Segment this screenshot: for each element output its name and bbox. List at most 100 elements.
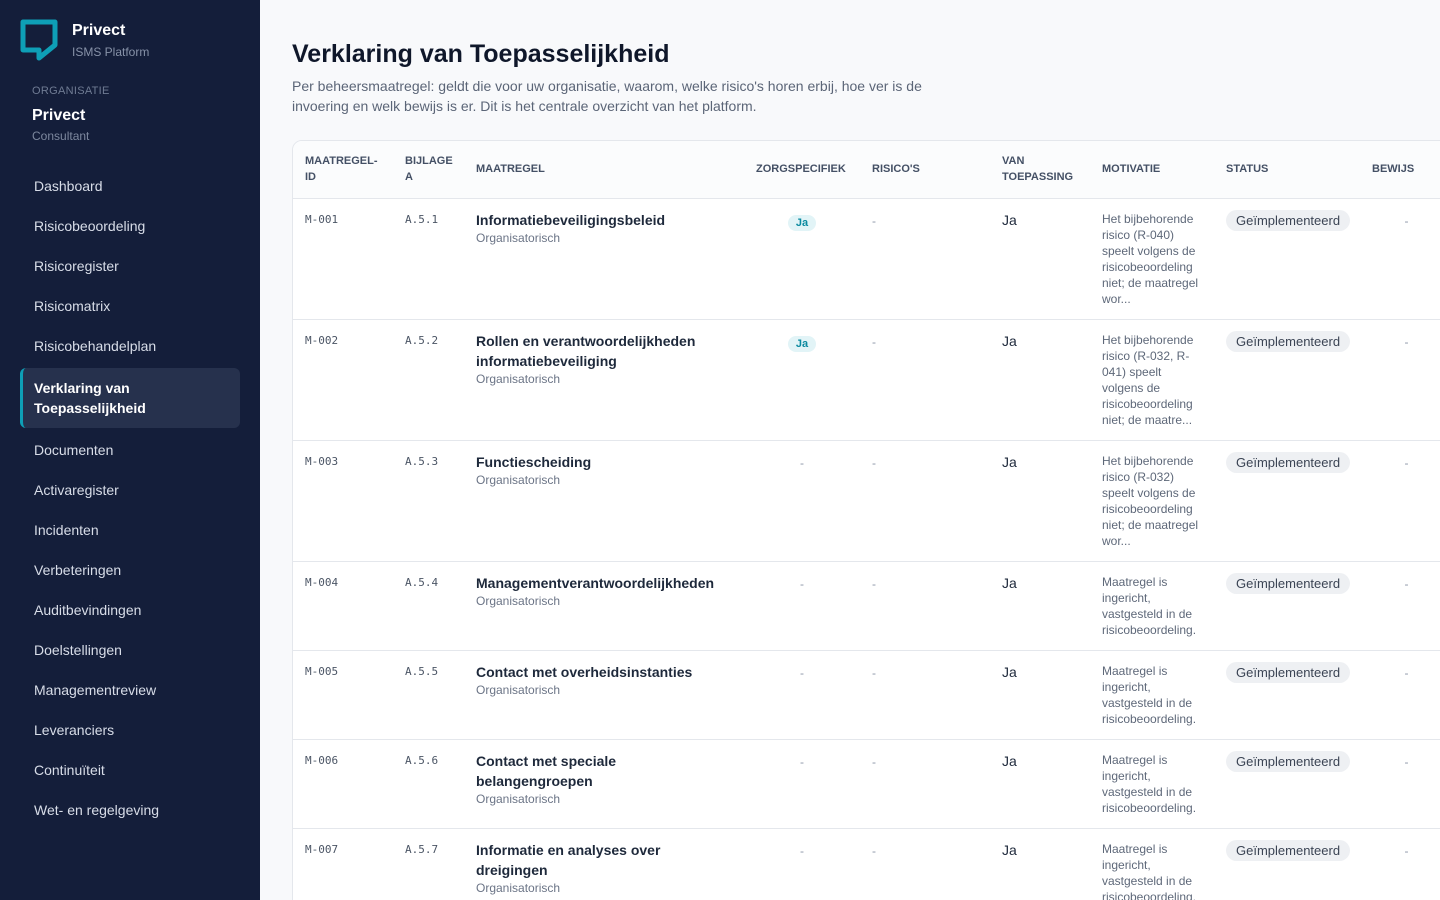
annex-ref: A.5.2 (405, 333, 439, 347)
cell-annex: A.5.3 (393, 440, 464, 562)
control-name[interactable]: Managementverantwoordelijkheden (476, 573, 732, 593)
cell-control: Informatiebeveiligingsbeleid Organisator… (464, 198, 744, 320)
sidebar-item-auditbevindingen[interactable]: Auditbevindingen (20, 590, 240, 630)
care-specific-value: - (800, 754, 804, 769)
sidebar-item-continuiteit[interactable]: Continuïteit (20, 750, 240, 790)
status-badge: Geïmplementeerd (1226, 661, 1351, 683)
control-name[interactable]: Contact met overheidsinstanties (476, 662, 732, 682)
control-name[interactable]: Functiescheiding (476, 452, 732, 472)
sidebar-item-incidenten[interactable]: Incidenten (20, 510, 240, 550)
table-row[interactable]: M-007 A.5.7 Informatie en analyses over … (293, 828, 1440, 900)
sidebar-item-verbeteringen[interactable]: Verbeteringen (20, 550, 240, 590)
control-category: Organisatorisch (476, 472, 561, 487)
sidebar-item-risicobehandelplan[interactable]: Risicobehandelplan (20, 326, 240, 366)
cell-control: Contact met overheidsinstanties Organisa… (464, 650, 744, 740)
control-name[interactable]: Informatiebeveiligingsbeleid (476, 210, 732, 230)
applicable-value: Ja (1002, 332, 1017, 349)
column-header-risks[interactable]: Risico's (860, 141, 990, 199)
cell-evidence: - (1360, 440, 1440, 562)
control-name[interactable]: Rollen en verantwoordelijkheden informat… (476, 331, 732, 371)
control-id: M-001 (305, 212, 339, 226)
sidebar-item-leveranciers[interactable]: Leveranciers (20, 710, 240, 750)
cell-applicable: Ja (990, 198, 1090, 320)
sidebar-item-managementreview[interactable]: Managementreview (20, 670, 240, 710)
cell-status: Geïmplementeerd (1214, 828, 1360, 900)
status-badge: Geïmplementeerd (1226, 451, 1351, 473)
table-row[interactable]: M-002 A.5.2 Rollen en verantwoordelijkhe… (293, 319, 1440, 441)
table-row[interactable]: M-003 A.5.3 Functiescheiding Organisator… (293, 440, 1440, 562)
column-header-annex[interactable]: Bijlage A (393, 141, 464, 199)
cell-risks: - (860, 440, 990, 562)
cell-risks: - (860, 561, 990, 651)
sidebar-item-wetgeving[interactable]: Wet- en regelgeving (20, 790, 240, 830)
organization-name[interactable]: Privect (32, 107, 85, 125)
cell-applicable: Ja (990, 650, 1090, 740)
evidence-value: - (1404, 213, 1409, 228)
control-name[interactable]: Contact met speciale belangengroepen (476, 751, 732, 791)
cell-motivation: Maatregel is ingericht, vastgesteld in d… (1090, 561, 1214, 651)
cell-applicable: Ja (990, 828, 1090, 900)
care-specific-value: - (800, 576, 804, 591)
control-name[interactable]: Informatie en analyses over dreigingen (476, 840, 732, 880)
cell-care: - (744, 828, 860, 900)
evidence-value: - (1404, 334, 1409, 349)
cell-risks: - (860, 739, 990, 829)
cell-annex: A.5.7 (393, 828, 464, 900)
cell-id: M-005 (293, 650, 393, 740)
table-row[interactable]: M-001 A.5.1 Informatiebeveiligingsbeleid… (293, 198, 1440, 320)
cell-status: Geïmplementeerd (1214, 650, 1360, 740)
control-id: M-006 (305, 753, 339, 767)
sidebar-item-verklaring[interactable]: Verklaring van Toepasselijkheid (20, 368, 240, 428)
control-category: Organisatorisch (476, 593, 561, 608)
sidebar-item-risicobeoordeling[interactable]: Risicobeoordeling (20, 206, 240, 246)
applicable-value: Ja (1002, 574, 1017, 591)
sidebar-item-activaregister[interactable]: Activaregister (20, 470, 240, 510)
column-header-control[interactable]: Maatregel (464, 141, 744, 199)
care-specific-value: - (800, 843, 804, 858)
motivation-text: Het bijbehorende risico (R-040) speelt v… (1102, 211, 1199, 306)
sidebar: Privect ISMS Platform Organisatie Privec… (0, 0, 260, 900)
cell-care: - (744, 561, 860, 651)
status-badge: Geïmplementeerd (1226, 209, 1351, 231)
cell-motivation: Het bijbehorende risico (R-032, R-041) s… (1090, 319, 1214, 441)
cell-motivation: Het bijbehorende risico (R-040) speelt v… (1090, 198, 1214, 320)
evidence-value: - (1404, 455, 1409, 470)
cell-risks: - (860, 828, 990, 900)
sidebar-item-documenten[interactable]: Documenten (20, 430, 240, 470)
sidebar-item-doelstellingen[interactable]: Doelstellingen (20, 630, 240, 670)
organization-role: Consultant (32, 129, 90, 143)
cell-annex: A.5.1 (393, 198, 464, 320)
table-row[interactable]: M-004 A.5.4 Managementverantwoordelijkhe… (293, 561, 1440, 651)
column-header-applicable[interactable]: Van toepassing (990, 141, 1090, 199)
cell-care: - (744, 650, 860, 740)
cell-applicable: Ja (990, 440, 1090, 562)
cell-evidence: - (1360, 828, 1440, 900)
status-badge: Geïmplementeerd (1226, 750, 1351, 772)
table-row[interactable]: M-006 A.5.6 Contact met speciale belange… (293, 739, 1440, 829)
sidebar-item-dashboard[interactable]: Dashboard (20, 166, 240, 206)
table-row[interactable]: M-005 A.5.5 Contact met overheidsinstant… (293, 650, 1440, 740)
column-header-motivation[interactable]: Motivatie (1090, 141, 1214, 199)
care-specific-value: - (800, 665, 804, 680)
cell-motivation: Maatregel is ingericht, vastgesteld in d… (1090, 650, 1214, 740)
sidebar-item-risicomatrix[interactable]: Risicomatrix (20, 286, 240, 326)
cell-evidence: - (1360, 739, 1440, 829)
cell-care: - (744, 440, 860, 562)
control-category: Organisatorisch (476, 371, 561, 386)
motivation-text: Maatregel is ingericht, vastgesteld in d… (1102, 752, 1197, 815)
cell-control: Contact met speciale belangengroepen Org… (464, 739, 744, 829)
risks-value: - (872, 334, 876, 349)
cell-id: M-004 (293, 561, 393, 651)
cell-annex: A.5.5 (393, 650, 464, 740)
applicable-value: Ja (1002, 663, 1017, 680)
brand[interactable]: Privect ISMS Platform (20, 19, 149, 61)
soa-table-card: Maatregel-ID Bijlage A Maatregel Zorgspe… (292, 140, 1440, 900)
cell-status: Geïmplementeerd (1214, 440, 1360, 562)
control-id: M-007 (305, 842, 339, 856)
cell-care: Ja (744, 319, 860, 441)
column-header-status[interactable]: Status (1214, 141, 1360, 199)
sidebar-item-risicoregister[interactable]: Risicoregister (20, 246, 240, 286)
column-header-id[interactable]: Maatregel-ID (293, 141, 393, 199)
column-header-evidence[interactable]: Bewijs (1360, 141, 1440, 199)
column-header-care[interactable]: Zorgspecifiek (744, 141, 860, 199)
